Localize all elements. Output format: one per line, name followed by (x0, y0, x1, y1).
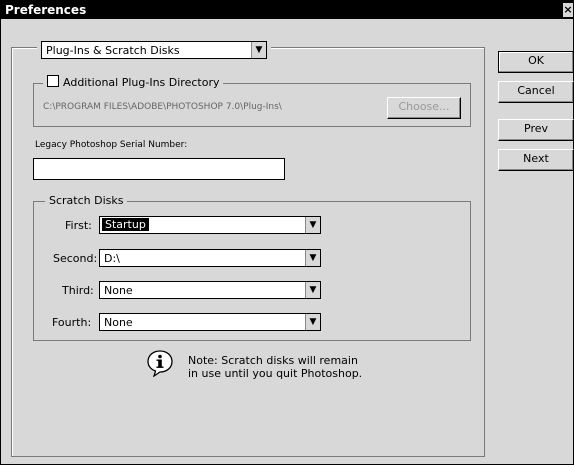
next-button[interactable]: Next (498, 149, 574, 171)
scratch-first-label: First: (65, 219, 92, 232)
scratch-fourth-select[interactable]: None ▼ (99, 313, 321, 331)
scratch-third-value: None (104, 284, 133, 297)
ok-button[interactable]: OK (498, 51, 574, 73)
scratch-first-value: Startup (102, 218, 149, 231)
chevron-down-icon: ▼ (305, 314, 320, 330)
scratch-fourth-value: None (104, 316, 133, 329)
chevron-down-icon: ▼ (305, 282, 320, 298)
prev-button[interactable]: Prev (498, 119, 574, 141)
window-title: Preferences (5, 3, 87, 17)
scratch-third-select[interactable]: None ▼ (99, 281, 321, 299)
title-bar: Preferences × (1, 1, 573, 19)
category-select-value: Plug-Ins & Scratch Disks (46, 44, 180, 57)
scratch-second-label: Second: (53, 252, 98, 265)
scratch-second-select[interactable]: D:\ ▼ (99, 249, 321, 267)
scratch-disks-note: Note: Scratch disks will remain in use u… (188, 354, 388, 380)
chevron-down-icon: ▼ (305, 250, 320, 266)
note-line-1: Note: Scratch disks will remain (188, 354, 358, 367)
plugins-directory-checkbox[interactable] (47, 75, 59, 87)
category-select[interactable]: Plug-Ins & Scratch Disks ▼ (41, 41, 267, 59)
note-line-2: in use until you quit Photoshop. (188, 367, 363, 380)
close-button[interactable]: × (563, 3, 573, 17)
preferences-dialog: Preferences × Plug-Ins & Scratch Disks ▼… (0, 0, 574, 465)
chevron-down-icon: ▼ (305, 217, 320, 233)
chevron-down-icon: ▼ (251, 42, 266, 58)
cancel-button[interactable]: Cancel (498, 81, 574, 103)
scratch-second-value: D:\ (104, 252, 120, 265)
plugins-directory-path: C:\PROGRAM FILES\ADOBE\PHOTOSHOP 7.0\Plu… (43, 102, 282, 112)
serial-number-label: Legacy Photoshop Serial Number: (35, 140, 188, 150)
info-icon (147, 350, 173, 377)
scratch-third-label: Third: (62, 284, 94, 297)
scratch-fourth-label: Fourth: (52, 316, 92, 329)
plugins-directory-checkbox-row[interactable]: Additional Plug-Ins Directory (43, 75, 224, 89)
choose-button[interactable]: Choose... (387, 97, 461, 119)
scratch-first-select[interactable]: Startup ▼ (99, 216, 321, 234)
plugins-directory-label: Additional Plug-Ins Directory (63, 76, 220, 89)
serial-number-field[interactable] (33, 158, 285, 180)
scratch-disks-legend: Scratch Disks (45, 194, 128, 207)
